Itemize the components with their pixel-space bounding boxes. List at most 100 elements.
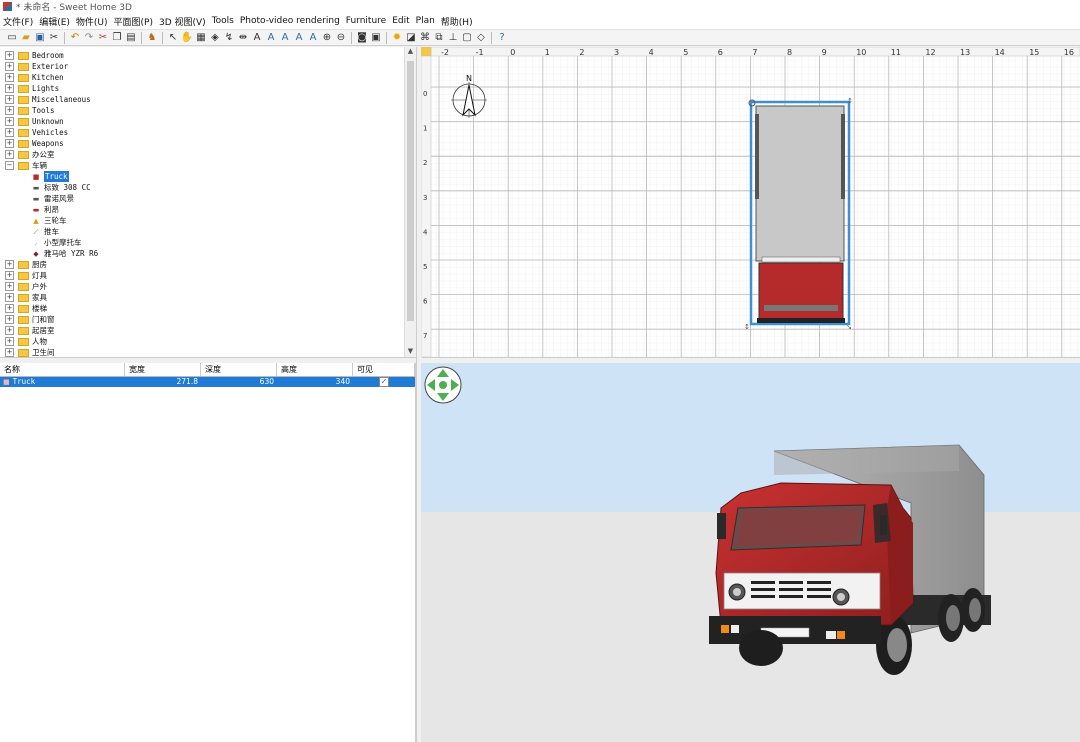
catalog-folder[interactable]: + Kitchen [0,72,415,83]
catalog-folder[interactable]: + 门和窗 [0,314,415,325]
expand-icon[interactable]: + [5,51,14,60]
zoom-in-icon[interactable]: ⊕ [321,32,333,44]
collapse-icon[interactable]: − [5,161,14,170]
pan-icon[interactable]: ✋ [181,32,193,44]
expand-icon[interactable]: + [5,304,14,313]
catalog-folder[interactable]: + 厨房 [0,259,415,270]
menu-edit[interactable]: 编辑(E) [36,15,73,28]
zoom-out-icon[interactable]: ⊖ [335,32,347,44]
visible-checkbox[interactable]: ✓ [379,377,389,387]
open-icon[interactable]: ▰ [20,32,32,44]
catalog-folder[interactable]: + 户外 [0,281,415,292]
text-italic-icon[interactable]: A [293,32,305,44]
3d-view[interactable] [421,363,1080,742]
catalog-item[interactable]: ▬ 标致 308 CC [0,182,415,193]
elevation-handle-icon[interactable]: ↕ [847,97,853,105]
modify-icon[interactable]: ⌘ [419,32,431,44]
flip-icon[interactable]: ◇ [475,32,487,44]
column-header-depth[interactable]: 深度 [201,363,277,376]
resize-handle-icon[interactable]: ↘ [846,323,852,331]
expand-icon[interactable]: + [5,73,14,82]
catalog-folder[interactable]: + Exterior [0,61,415,72]
photo-icon[interactable]: ◙ [356,32,368,44]
expand-icon[interactable]: + [5,117,14,126]
expand-icon[interactable]: + [5,260,14,269]
catalog-folder[interactable]: + Tools [0,105,415,116]
expand-icon[interactable]: + [5,150,14,159]
column-header-visible[interactable]: 可见 [353,363,415,376]
create-rooms-icon[interactable]: ◈ [209,32,221,44]
create-polylines-icon[interactable]: ↯ [223,32,235,44]
catalog-folder[interactable]: + 灯具 [0,270,415,281]
scroll-down-icon[interactable]: ▼ [405,347,416,357]
catalog-folder[interactable]: + 卫生间 [0,347,415,357]
select-icon[interactable]: ↖ [167,32,179,44]
column-header-height[interactable]: 高度 [277,363,353,376]
catalog-folder[interactable]: + 办公室 [0,149,415,160]
scroll-up-icon[interactable]: ▲ [405,47,416,57]
light-icon[interactable]: ✹ [391,32,403,44]
catalog-folder[interactable]: + Unknown [0,116,415,127]
height-handle-icon[interactable]: ↕ [744,323,750,331]
menu-furniture[interactable]: 物件(U) [73,15,111,28]
add-furniture-icon[interactable]: ♞ [146,32,158,44]
video-icon[interactable]: ▣ [370,32,382,44]
save-icon[interactable]: ▣ [34,32,46,44]
expand-icon[interactable]: + [5,348,14,357]
expand-icon[interactable]: + [5,282,14,291]
catalog-folder[interactable]: + Bedroom [0,50,415,61]
catalog-folder[interactable]: + 家具 [0,292,415,303]
expand-icon[interactable]: + [5,326,14,335]
redo-icon[interactable]: ↷ [83,32,95,44]
catalog-folder[interactable]: + 楼梯 [0,303,415,314]
catalog-folder[interactable]: + 起居室 [0,325,415,336]
menu-file[interactable]: 文件(F) [0,15,36,28]
expand-icon[interactable]: + [5,106,14,115]
catalog-item[interactable]: ■ Truck [0,171,415,182]
plan-view[interactable]: -2 -1 0 1 2 3 4 5 6 7 8 9 10 11 12 13 14 15 16 01234567 N … [421,47,1080,357]
table-row[interactable]: ■ Truck 271.8 630 340 ✓ [0,377,415,387]
catalog-item[interactable]: ▲ 三轮车 [0,215,415,226]
catalog-item[interactable]: ◆ 雅马哈 YZR R6 [0,248,415,259]
paste-icon[interactable]: ▤ [125,32,137,44]
menu-tools[interactable]: Tools [209,16,237,26]
import-icon[interactable]: ◪ [405,32,417,44]
column-header-name[interactable]: 名称 [0,363,125,376]
catalog-folder[interactable]: + Weapons [0,138,415,149]
cut2-icon[interactable]: ✂ [97,32,109,44]
catalog-folder-open[interactable]: − 车辆 [0,160,415,171]
menu-help[interactable]: 帮助(H) [438,15,476,28]
catalog-item[interactable]: ▬ 利昂 [0,204,415,215]
align-icon[interactable]: ⊥ [447,32,459,44]
new-icon[interactable]: ▭ [6,32,18,44]
create-dimensions-icon[interactable]: ⇹ [237,32,249,44]
catalog-scrollbar[interactable]: ▲ ▼ [404,47,416,357]
expand-icon[interactable]: + [5,95,14,104]
menu-furniture-en[interactable]: Furniture [343,16,389,26]
scrollbar-thumb[interactable] [407,61,414,321]
expand-icon[interactable]: + [5,128,14,137]
expand-icon[interactable]: + [5,271,14,280]
catalog-item[interactable]: ⟋ 推车 [0,226,415,237]
group-icon[interactable]: ⧉ [433,32,445,44]
navigation-arrows-icon[interactable] [424,366,462,404]
cut-icon[interactable]: ✂ [48,32,60,44]
expand-icon[interactable]: + [5,315,14,324]
menu-3d-view[interactable]: 3D 视图(V) [156,15,209,28]
catalog-folder[interactable]: + Vehicles [0,127,415,138]
text-size-icon[interactable]: A [307,32,319,44]
expand-icon[interactable]: + [5,337,14,346]
menu-plan-en[interactable]: Plan [413,16,438,26]
expand-icon[interactable]: + [5,139,14,148]
truck-plan-piece[interactable]: ↕ ↕ ↘ [744,97,853,331]
text-style-icon[interactable]: A [265,32,277,44]
catalog-folder[interactable]: + Lights [0,83,415,94]
catalog-folder[interactable]: + Miscellaneous [0,94,415,105]
plan-canvas[interactable]: -2 -1 0 1 2 3 4 5 6 7 8 9 10 11 12 13 14 15 16 01234567 N … [421,47,1080,357]
menu-plan[interactable]: 平面图(P) [111,15,156,28]
text-bold-icon[interactable]: A [279,32,291,44]
help-icon[interactable]: ? [496,32,508,44]
catalog-item[interactable]: ▬ 雷诺风景 [0,193,415,204]
undo-icon[interactable]: ↶ [69,32,81,44]
copy-icon[interactable]: ❐ [111,32,123,44]
